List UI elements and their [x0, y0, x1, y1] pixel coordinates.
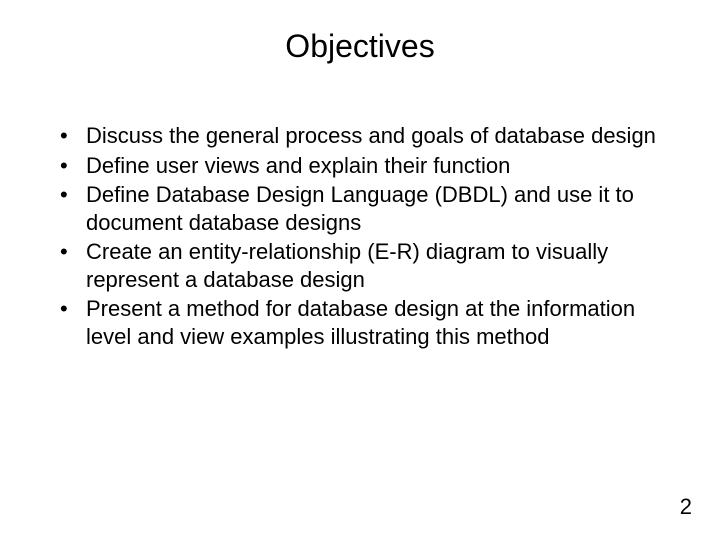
- bullet-text: Define user views and explain their func…: [86, 153, 510, 178]
- slide-title: Objectives: [0, 28, 720, 65]
- list-item: Create an entity-relationship (E-R) diag…: [54, 238, 666, 293]
- list-item: Discuss the general process and goals of…: [54, 122, 666, 150]
- slide-body: Discuss the general process and goals of…: [54, 122, 666, 352]
- list-item: Define Database Design Language (DBDL) a…: [54, 181, 666, 236]
- bullet-text: Define Database Design Language (DBDL) a…: [86, 182, 634, 235]
- list-item: Present a method for database design at …: [54, 295, 666, 350]
- bullet-text: Create an entity-relationship (E-R) diag…: [86, 239, 608, 292]
- list-item: Define user views and explain their func…: [54, 152, 666, 180]
- bullet-text: Present a method for database design at …: [86, 296, 635, 349]
- bullet-list: Discuss the general process and goals of…: [54, 122, 666, 350]
- bullet-text: Discuss the general process and goals of…: [86, 123, 656, 148]
- page-number: 2: [680, 494, 692, 520]
- slide: Objectives Discuss the general process a…: [0, 0, 720, 540]
